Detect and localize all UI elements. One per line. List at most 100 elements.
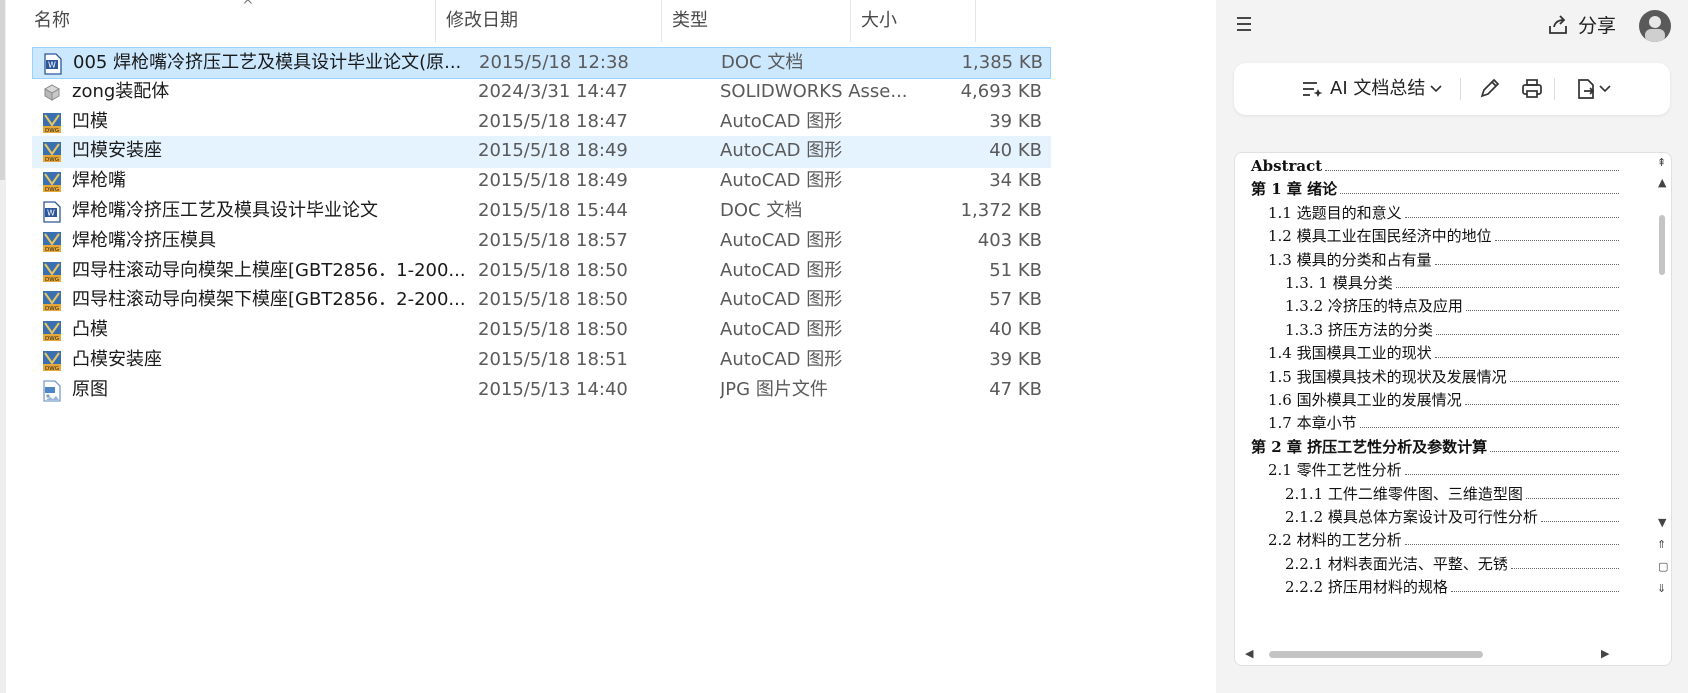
file-modified-date: 2015/5/18 18:51 [478,349,628,370]
menu-icon[interactable] [1235,15,1253,33]
column-date[interactable]: 修改日期 [436,0,662,42]
svg-text:DWG: DWG [45,128,59,134]
file-type: AutoCAD 图形 [720,289,843,311]
print-icon[interactable] [1520,77,1544,101]
word-doc-icon: W [43,53,63,75]
jpg-image-icon [42,380,62,402]
file-size: 39 KB [989,110,1042,132]
toc-entry[interactable]: 2.2.2 挤压用材料的规格 [1285,576,1619,598]
toc-entry[interactable]: 1.5 我国模具技术的现状及发展情况 [1268,366,1619,388]
toc-leader-dots [1404,202,1619,218]
toc-entry[interactable]: 2.1.1 工件二维零件图、三维造型图 [1285,483,1619,505]
export-icon[interactable] [1574,77,1598,101]
column-header: 名称 ^ 修改日期 类型 大小 [6,0,1051,42]
ai-summary-icon [1303,82,1323,97]
sort-ascending-icon: ^ [242,0,254,14]
doc-horizontal-scroll-thumb[interactable] [1269,651,1483,658]
file-row[interactable]: DWG 焊枪嘴冷挤压模具 2015/5/18 18:57 AutoCAD 图形 403 … [32,226,1051,258]
file-size: 1,385 KB [961,52,1043,73]
toc-entry[interactable]: 1.2 模具工业在国民经济中的地位 [1268,225,1619,247]
pen-icon[interactable] [1477,77,1501,101]
file-size: 39 KB [989,349,1042,370]
file-modified-date: 2015/5/18 15:44 [478,200,628,221]
column-name[interactable]: 名称 [24,0,436,42]
file-modified-date: 2015/5/18 18:50 [478,259,628,281]
toolbar-divider [1460,78,1461,100]
file-modified-date: 2024/3/31 14:47 [478,80,628,102]
document-page[interactable]: Abstract 第 1 章 绪论 1.1 选题目的和意义 1.2 模具工业在国民经济… [1234,152,1672,666]
file-row[interactable]: zong装配体 2024/3/31 14:47 SOLIDWORKS Asse...… [32,77,1051,109]
left-scrollbar-thumb[interactable] [0,0,5,180]
file-row[interactable]: W 焊枪嘴冷挤压工艺及模具设计毕业论文 2015/5/18 15:44 DOC 文档 1… [32,196,1051,228]
chevron-down-icon[interactable] [1429,82,1443,96]
toc-entry-text: 1.7 本章小节 [1268,414,1357,433]
share-icon[interactable] [1546,14,1570,38]
file-row[interactable]: DWG 凹模安装座 2015/5/18 18:49 AutoCAD 图形 40 KB [32,136,1051,169]
scroll-up-icon[interactable]: ▲ [1658,177,1666,189]
toc-entry-text: 2.1.2 模具总体方案设计及可行性分析 [1285,508,1538,526]
page-select-icon[interactable]: ▢ [1658,561,1668,573]
toc-entry[interactable]: 1.1 选题目的和意义 [1268,202,1619,224]
share-button[interactable]: 分享 [1578,12,1616,40]
file-modified-date: 2015/5/13 14:40 [478,378,628,400]
toc-entry[interactable]: 2.2 材料的工艺分析 [1268,529,1619,551]
file-row[interactable]: DWG 四导柱滚动导向模架下模座[GBT2856．2-200... 2015/5/1… [32,285,1051,317]
svg-text:W: W [47,209,55,218]
scroll-down-icon[interactable]: ▼ [1658,517,1666,529]
column-type[interactable]: 类型 [662,0,851,42]
file-row[interactable]: DWG 焊枪嘴 2015/5/18 18:49 AutoCAD 图形 34 KB [32,166,1051,198]
toc-entry[interactable]: 2.2.1 材料表面光洁、平整、无锈 [1285,553,1619,575]
file-modified-date: 2015/5/18 18:50 [478,319,628,341]
toc-entry[interactable]: 1.3. 1 模具分类 [1285,272,1619,294]
ai-summary-button[interactable]: AI 文档总结 [1330,63,1425,115]
toc-entry[interactable]: 2.1 零件工艺性分析 [1268,459,1619,481]
scroll-right-icon[interactable]: ▶ [1601,648,1609,660]
toc-entry[interactable]: 第 1 章 绪论 [1251,178,1619,200]
chevron-down-icon[interactable] [1598,82,1612,96]
toc-leader-dots [1359,412,1619,429]
file-size: 1,372 KB [960,200,1042,221]
previous-page-icon[interactable]: ⇑ [1657,539,1666,551]
scroll-left-icon[interactable]: ◀ [1245,648,1253,660]
doc-horizontal-scrollbar[interactable]: ◀ ▶ [1235,643,1671,665]
toc-entry-text: 第 2 章 挤压工艺性分析及参数计算 [1251,437,1488,456]
toc-entry[interactable]: 2.1.2 模具总体方案设计及可行性分析 [1285,506,1619,528]
column-size[interactable]: 大小 [851,0,976,42]
toc-leader-dots [1404,529,1619,546]
toc-entry-text: 第 1 章 绪论 [1251,180,1338,199]
file-row[interactable]: 原图 2015/5/13 14:40 JPG 图片文件 47 KB [32,375,1051,407]
next-page-icon[interactable]: ⇓ [1657,583,1666,595]
file-modified-date: 2015/5/18 18:49 [478,140,628,162]
file-row[interactable]: DWG 四导柱滚动导向模架上模座[GBT2856．1-200... 2015/5/1… [32,256,1051,288]
toc-leader-dots [1510,553,1619,569]
file-size: 47 KB [989,378,1042,400]
toc-entry[interactable]: 1.7 本章小节 [1268,412,1619,434]
doc-toolbar: AI 文档总结 [1234,63,1670,115]
doc-vertical-scroll-thumb[interactable] [1659,215,1665,275]
file-row[interactable]: DWG 凸模安装座 2015/5/18 18:51 AutoCAD 图形 39 KB [32,345,1051,377]
scroll-top-icon[interactable]: ⇞ [1657,157,1666,169]
svg-text:DWG: DWG [45,247,59,253]
toc-entry-text: 2.2 材料的工艺分析 [1268,531,1402,550]
toc-entry[interactable]: 1.3.2 冷挤压的特点及应用 [1285,295,1619,317]
toc-entry[interactable]: 1.4 我国模具工业的现状 [1268,342,1619,364]
toc-entry[interactable]: Abstract [1251,155,1619,177]
toc-entry[interactable]: 1.3 模具的分类和占有量 [1268,249,1619,271]
toc-entry[interactable]: 第 2 章 挤压工艺性分析及参数计算 [1251,436,1619,458]
file-name: 焊枪嘴冷挤压工艺及模具设计毕业论文 [72,200,378,221]
file-row[interactable]: DWG 凹模 2015/5/18 18:47 AutoCAD 图形 39 KB [32,107,1051,139]
avatar[interactable] [1639,10,1671,42]
doc-vertical-scrollbar[interactable]: ⇞ ▲ ▼ ⇑ ▢ ⇓ [1653,153,1671,643]
file-name: 凹模 [72,110,108,132]
file-row[interactable]: W 005 焊枪嘴冷挤压工艺及模具设计毕业论文(原... 2015/5/18 12:… [32,47,1051,79]
toc-entry[interactable]: 1.3.3 挤压方法的分类 [1285,319,1619,341]
toc-entry[interactable]: 1.6 国外模具工业的发展情况 [1268,389,1619,411]
toc-entry-text: 1.3 模具的分类和占有量 [1268,250,1432,269]
file-name: 四导柱滚动导向模架下模座[GBT2856．2-200... [72,289,466,311]
toc-leader-dots [1325,155,1619,171]
file-name: 凸模安装座 [72,349,162,370]
file-name: 005 焊枪嘴冷挤压工艺及模具设计毕业论文(原... [73,52,462,73]
file-row[interactable]: DWG 凸模 2015/5/18 18:50 AutoCAD 图形 40 KB [32,315,1051,347]
file-name: 焊枪嘴 [72,170,126,192]
toc-leader-dots [1340,178,1619,195]
